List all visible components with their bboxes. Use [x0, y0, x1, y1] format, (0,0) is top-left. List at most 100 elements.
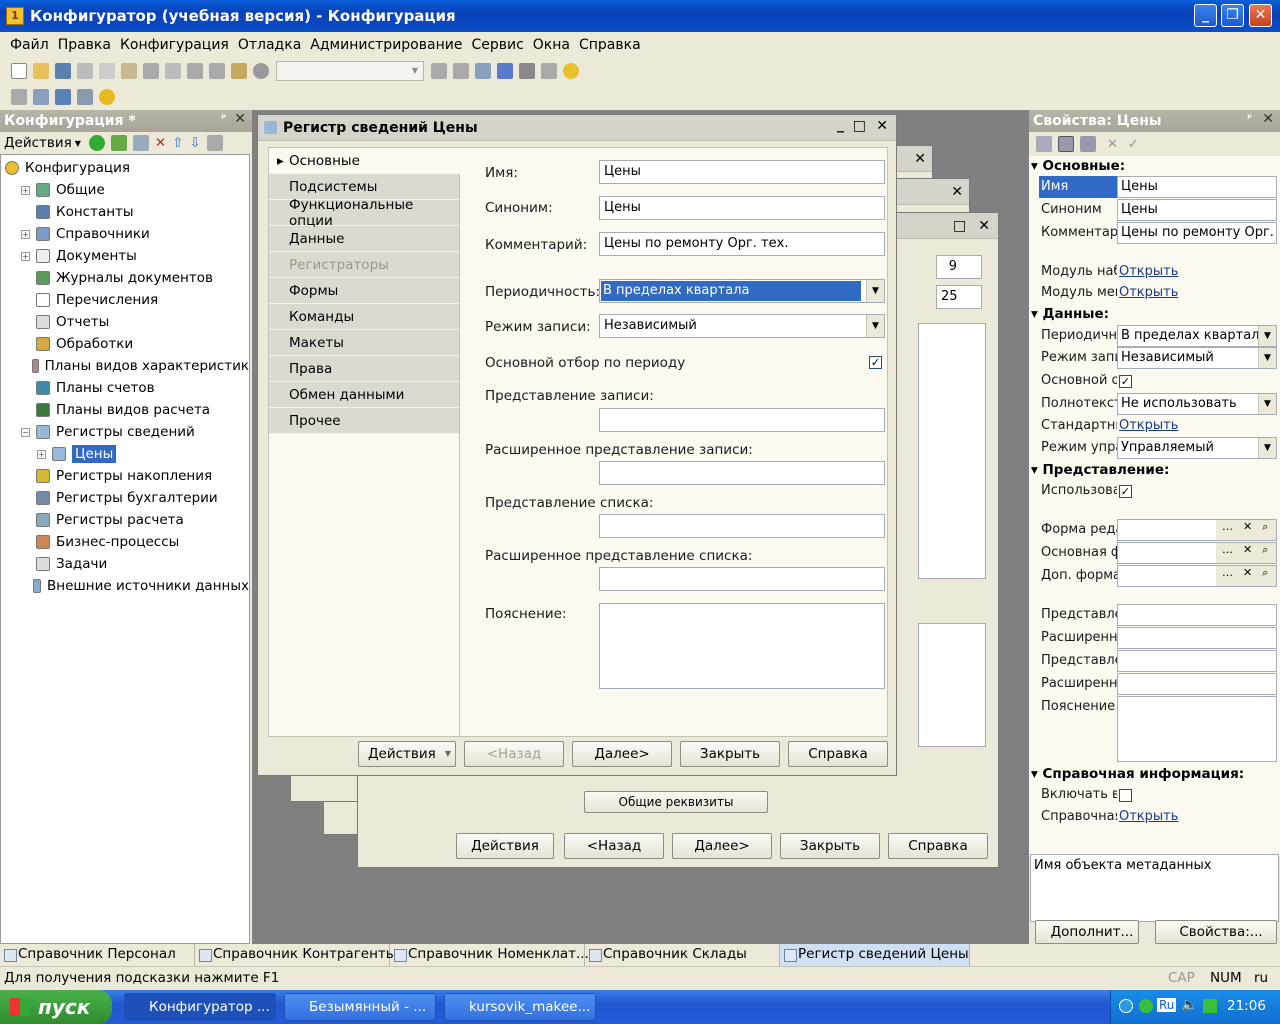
- dialog-tab-4[interactable]: Регистраторы: [269, 252, 459, 278]
- run-icon[interactable]: [99, 89, 115, 105]
- prop-period-select[interactable]: В пределах квартала ▼: [1117, 325, 1277, 347]
- prop-expl-field[interactable]: [1117, 696, 1277, 762]
- save-icon[interactable]: [55, 63, 71, 79]
- close-icon[interactable]: ✕: [978, 218, 990, 234]
- minimize-button[interactable]: _: [1194, 4, 1217, 27]
- tree-item[interactable]: + Цены: [1, 443, 249, 465]
- tree-item[interactable]: Регистры бухгалтерии: [1, 487, 249, 509]
- tree-item[interactable]: Регистры расчета: [1, 509, 249, 531]
- prop-repr1-field[interactable]: [1117, 604, 1277, 626]
- wizard-icon[interactable]: [497, 63, 513, 79]
- back-button[interactable]: <Назад: [464, 741, 564, 767]
- volume-icon[interactable]: 🔈: [1181, 997, 1198, 1013]
- prop-form3-field[interactable]: …✕⌕: [1117, 565, 1277, 587]
- copy-item-icon[interactable]: [132, 135, 149, 151]
- chevron-down-icon[interactable]: ▼: [1258, 326, 1276, 346]
- dialog-tab-10[interactable]: Прочее: [269, 408, 459, 434]
- start-button[interactable]: пуск: [0, 990, 112, 1024]
- bg3-back-button[interactable]: <Назад: [564, 833, 664, 859]
- close-button[interactable]: Закрыть: [680, 741, 780, 767]
- tree-item[interactable]: Внешние источники данных: [1, 575, 249, 597]
- additional-button[interactable]: Дополнит...: [1035, 920, 1139, 944]
- explanation-field[interactable]: [599, 603, 885, 689]
- chevron-down-icon[interactable]: ▼: [866, 315, 884, 337]
- dialog-tab-0[interactable]: ▸ Основные: [269, 148, 459, 174]
- template-icon[interactable]: [541, 63, 557, 79]
- tree-item[interactable]: − Регистры сведений: [1, 421, 249, 443]
- dialog-tab-8[interactable]: Права: [269, 356, 459, 382]
- synonym-field[interactable]: Цены: [599, 196, 885, 220]
- module2-open-link[interactable]: Открыть: [1119, 285, 1178, 300]
- database-icon[interactable]: [55, 89, 71, 105]
- add-icon[interactable]: [88, 135, 105, 151]
- close-icon[interactable]: ✕: [1262, 111, 1274, 127]
- dialog-tab-3[interactable]: Данные: [269, 226, 459, 252]
- tree-item[interactable]: Планы видов расчета: [1, 399, 249, 421]
- tree-item[interactable]: Регистры накопления: [1, 465, 249, 487]
- compare-icon[interactable]: [33, 89, 49, 105]
- sort-icon[interactable]: [206, 135, 223, 151]
- form-field-buttons[interactable]: …✕⌕: [1216, 566, 1276, 586]
- copy-icon[interactable]: [99, 63, 115, 79]
- search-input[interactable]: ▼: [276, 61, 424, 81]
- prop-use-checkbox[interactable]: ✓: [1119, 485, 1132, 498]
- close-icon[interactable]: ✕: [951, 184, 963, 200]
- restore-button[interactable]: ❐: [1221, 4, 1244, 27]
- helpinfo-open-link[interactable]: Открыть: [1119, 809, 1178, 824]
- expand-icon[interactable]: +: [21, 229, 30, 239]
- move-down-icon[interactable]: ⇩: [190, 135, 201, 151]
- spin-field-2[interactable]: 25: [936, 285, 982, 309]
- find-next-icon[interactable]: [431, 63, 447, 79]
- actions-button[interactable]: Действия ▼: [358, 741, 456, 767]
- tree-item[interactable]: + Общие: [1, 179, 249, 201]
- tree-item[interactable]: Конфигурация: [1, 157, 249, 179]
- print-icon[interactable]: [143, 63, 159, 79]
- next-button[interactable]: Далее>: [572, 741, 672, 767]
- prop-synonym-field[interactable]: Цены: [1117, 199, 1277, 221]
- task-paint[interactable]: Безымянный - ...: [284, 993, 436, 1021]
- ext-record-repr-field[interactable]: [599, 461, 885, 485]
- prop-fulltext-select[interactable]: Не использовать ▼: [1117, 393, 1277, 415]
- menu-item-6[interactable]: Окна: [533, 37, 570, 53]
- prop-form1-field[interactable]: …✕⌕: [1117, 519, 1277, 541]
- prop-repr2-field[interactable]: [1117, 627, 1277, 649]
- write-mode-select[interactable]: Независимый ▼: [599, 314, 885, 338]
- filter-icon[interactable]: [1080, 136, 1096, 152]
- module1-open-link[interactable]: Открыть: [1119, 264, 1178, 279]
- paste-icon[interactable]: [121, 63, 137, 79]
- bg3-next-button[interactable]: Далее>: [672, 833, 772, 859]
- menu-item-2[interactable]: Конфигурация: [120, 37, 229, 53]
- standard-open-link[interactable]: Открыть: [1119, 418, 1178, 433]
- chevron-down-icon[interactable]: ▼: [407, 62, 423, 80]
- tree-item[interactable]: Обработки: [1, 333, 249, 355]
- windows-icon[interactable]: [475, 63, 491, 79]
- new-icon[interactable]: [11, 63, 27, 79]
- network-icon[interactable]: [1203, 999, 1217, 1013]
- tree-item[interactable]: + Справочники: [1, 223, 249, 245]
- categories-icon[interactable]: [1058, 136, 1074, 152]
- close-icon[interactable]: ✕: [234, 111, 246, 127]
- edit-icon[interactable]: [110, 135, 127, 151]
- menu-item-7[interactable]: Справка: [579, 37, 641, 53]
- task-word[interactable]: kursovik_makee...: [444, 993, 596, 1021]
- lang-indicator[interactable]: ru: [1254, 970, 1268, 986]
- language-indicator[interactable]: Ru: [1157, 998, 1177, 1012]
- redo-icon[interactable]: [209, 63, 225, 79]
- window-tab[interactable]: Справочник Персонал: [0, 944, 195, 966]
- tray-icon-1[interactable]: [1119, 999, 1133, 1013]
- cut-icon[interactable]: [77, 63, 93, 79]
- dialog-tab-7[interactable]: Макеты: [269, 330, 459, 356]
- prop-manage-select[interactable]: Управляемый ▼: [1117, 437, 1277, 459]
- close-button[interactable]: ✕: [1249, 4, 1272, 27]
- prop-name-field[interactable]: Цены: [1117, 176, 1277, 198]
- tree-item[interactable]: Перечисления: [1, 289, 249, 311]
- tree-item[interactable]: Планы счетов: [1, 377, 249, 399]
- common-props-button[interactable]: Общие реквизиты: [584, 791, 768, 813]
- tray-icon-2[interactable]: [1139, 999, 1153, 1013]
- form-field-buttons[interactable]: …✕⌕: [1216, 543, 1276, 563]
- dialog-tab-9[interactable]: Обмен данными: [269, 382, 459, 408]
- menu-item-1[interactable]: Правка: [58, 37, 111, 53]
- search-icon[interactable]: [253, 63, 269, 79]
- menu-item-5[interactable]: Сервис: [471, 37, 523, 53]
- menu-item-3[interactable]: Отладка: [238, 37, 301, 53]
